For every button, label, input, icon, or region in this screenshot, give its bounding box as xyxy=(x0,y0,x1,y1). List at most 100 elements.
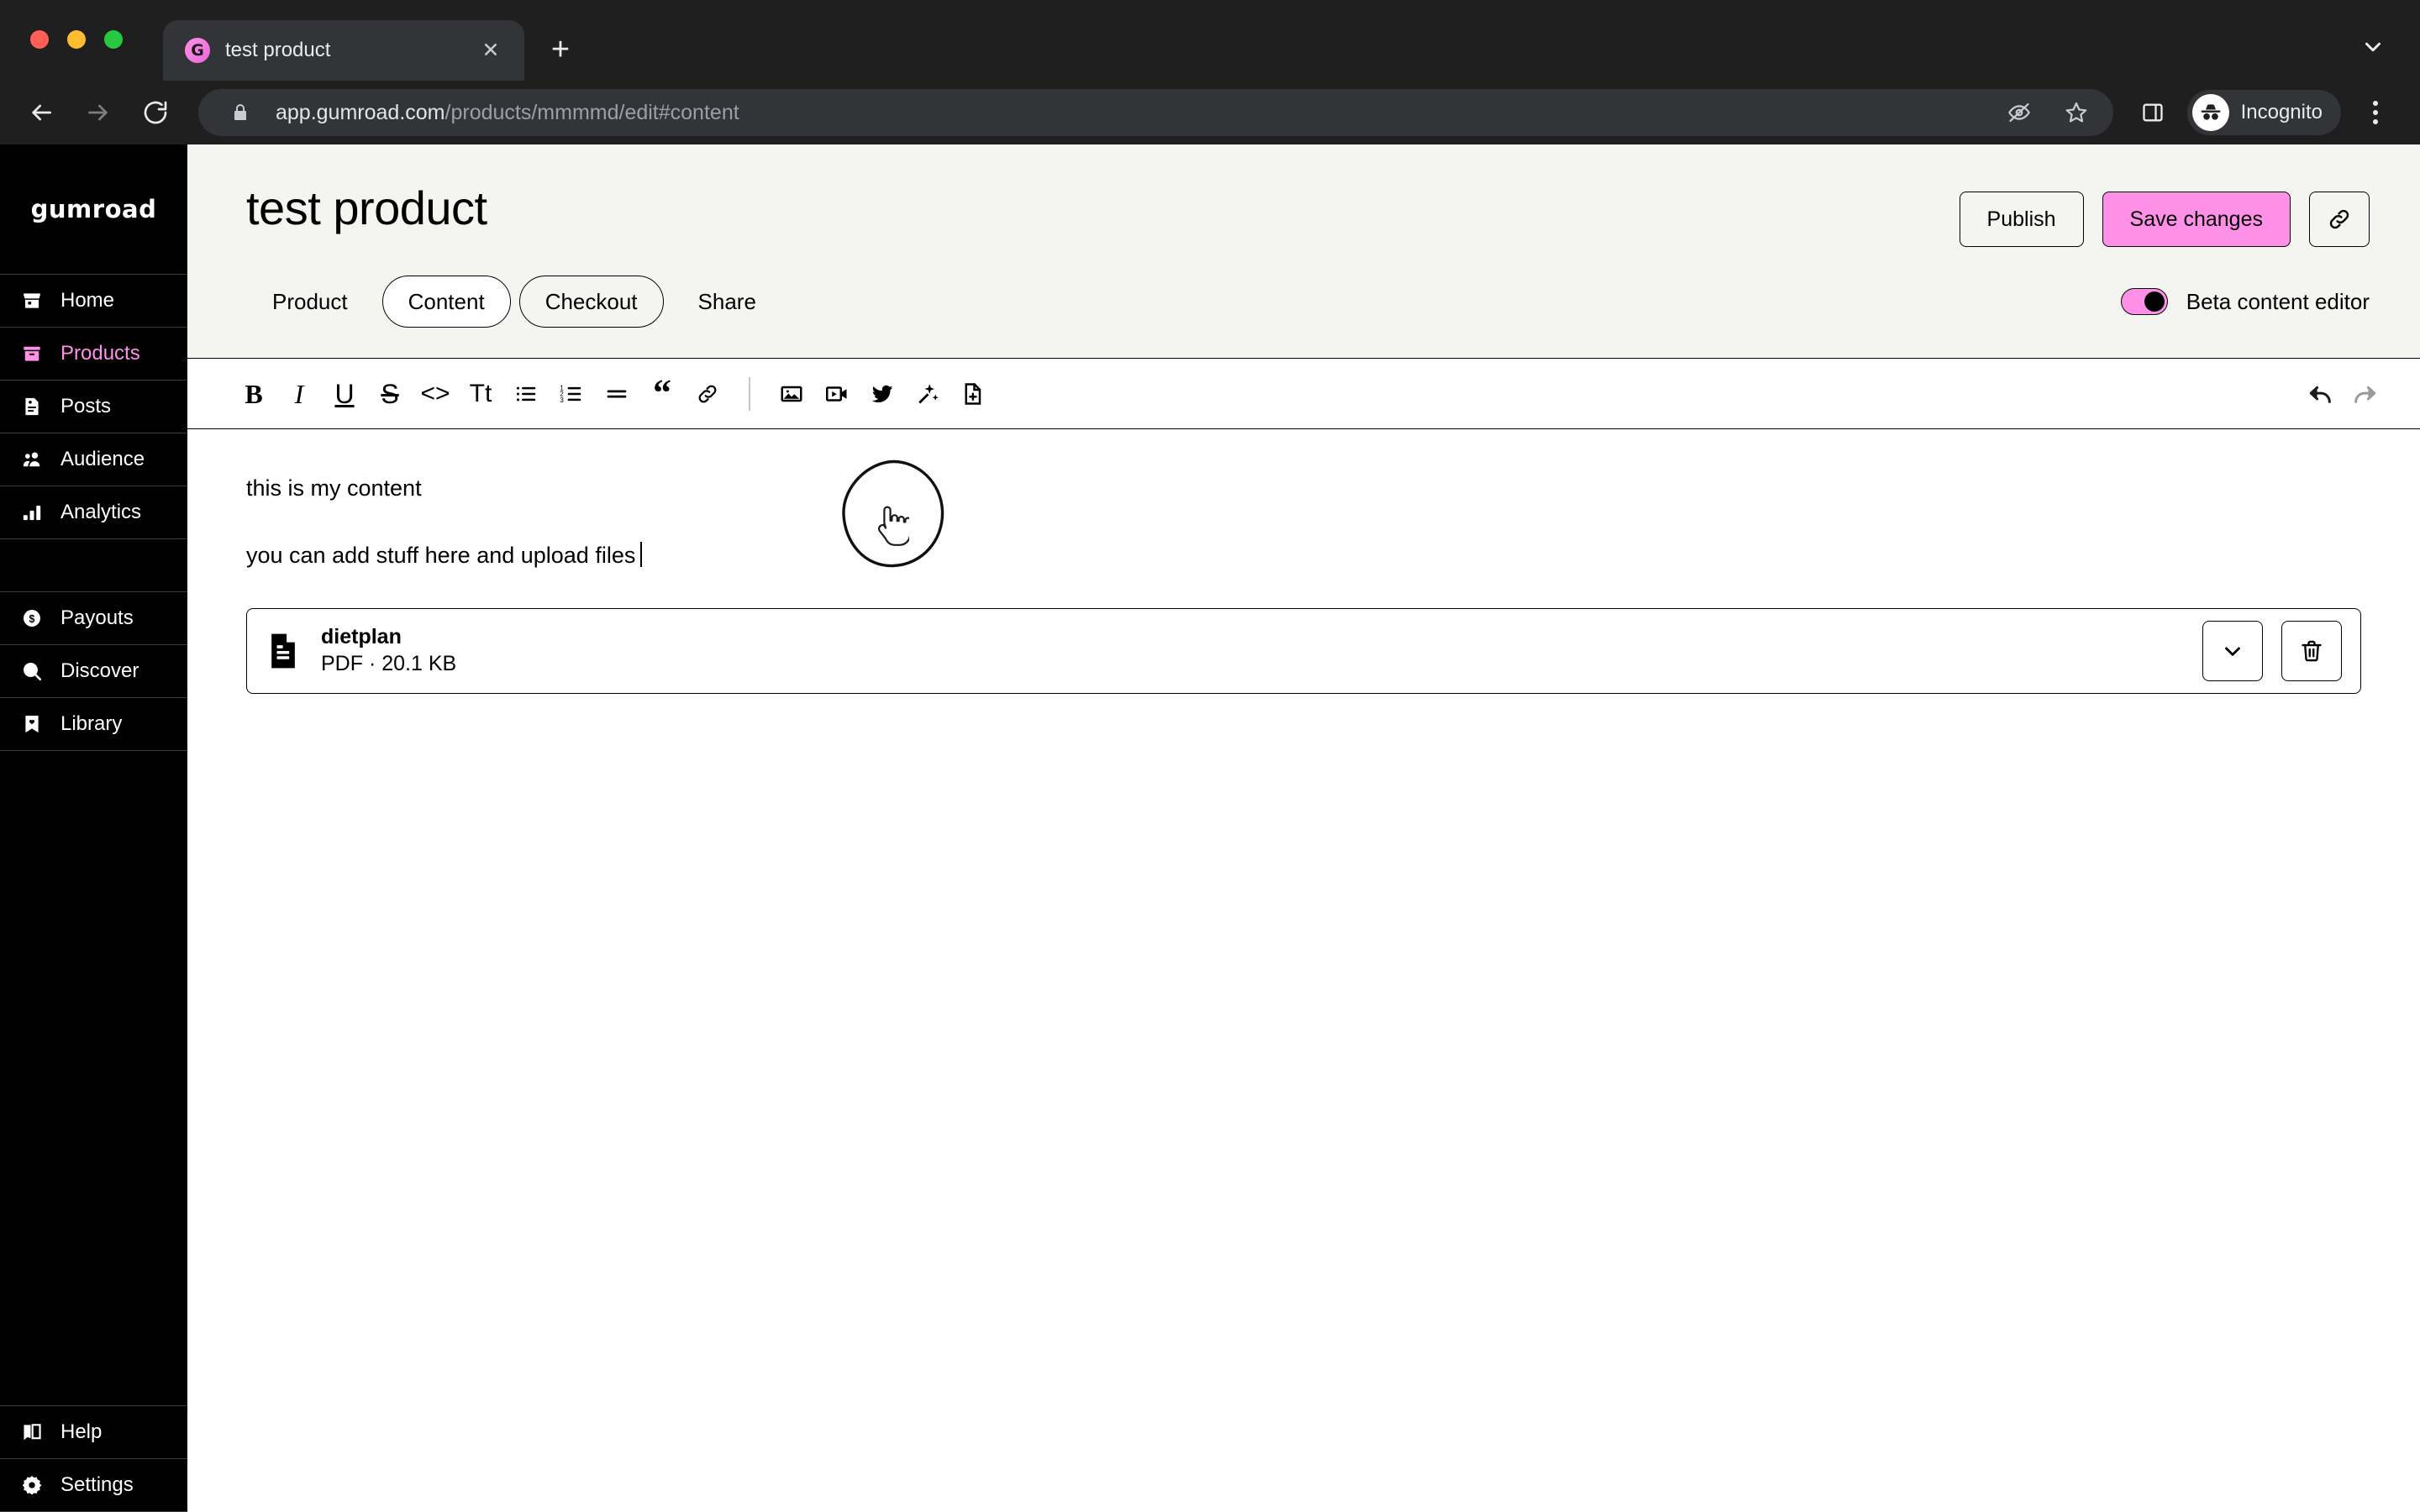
browser-menu-button[interactable] xyxy=(2353,90,2398,135)
browser-tab-test-product[interactable]: G test product ✕ xyxy=(163,20,524,81)
editor-paragraph-text: you can add stuff here and upload files xyxy=(246,543,636,569)
product-header: test product Publish Save changes Produc… xyxy=(187,144,2420,358)
sidebar-item-label: Discover xyxy=(60,659,139,682)
blockquote-button[interactable]: “ xyxy=(639,371,685,417)
pdf-file-icon xyxy=(267,633,301,669)
delete-file-button[interactable] xyxy=(2281,620,2342,681)
file-type-size: PDF · 20.1 KB xyxy=(321,652,457,676)
address-bar[interactable]: app.gumroad.com/products/mmmmd/edit#cont… xyxy=(198,89,2113,136)
tab-checkout[interactable]: Checkout xyxy=(518,276,664,328)
gumroad-logo[interactable]: GUMROAD xyxy=(0,144,187,275)
page-title: test product xyxy=(246,181,487,234)
horizontal-rule-button[interactable] xyxy=(594,371,639,417)
text-size-icon: Tt xyxy=(469,379,492,407)
beta-content-editor-toggle[interactable]: Beta content editor xyxy=(2120,288,2370,315)
sidebar-item-settings[interactable]: Settings xyxy=(0,1459,187,1512)
strikethrough-button[interactable]: S xyxy=(367,371,413,417)
sidebar-item-audience[interactable]: Audience xyxy=(0,433,187,486)
storefront-icon xyxy=(20,289,44,312)
svg-text:3: 3 xyxy=(560,396,564,403)
reload-button[interactable] xyxy=(129,87,182,139)
bulleted-list-button[interactable] xyxy=(503,371,549,417)
underline-button[interactable]: U xyxy=(322,371,367,417)
tab-search-button[interactable] xyxy=(2351,25,2395,69)
box-icon xyxy=(20,342,44,365)
sidebar-item-label: Payouts xyxy=(60,606,134,629)
underline-icon: U xyxy=(334,378,355,409)
text-caret xyxy=(640,542,643,568)
browser-tab-title: test product xyxy=(225,39,331,61)
bookmark-heart-icon xyxy=(20,712,44,736)
publish-button[interactable]: Publish xyxy=(1959,192,2084,247)
add-file-button[interactable] xyxy=(950,371,996,417)
gumroad-favicon-icon: G xyxy=(185,38,210,63)
beta-content-editor-label: Beta content editor xyxy=(2186,288,2370,314)
dollar-coin-icon: $ xyxy=(20,606,44,630)
embed-tweet-button[interactable] xyxy=(860,371,905,417)
sidebar-item-label: Help xyxy=(60,1420,103,1443)
editor-toolbar: B I U S <> Tt 1 2 3 “ xyxy=(187,358,2420,429)
magic-wand-button[interactable] xyxy=(905,371,950,417)
save-changes-button[interactable]: Save changes xyxy=(2102,192,2291,247)
insert-image-button[interactable] xyxy=(769,371,814,417)
redo-button[interactable] xyxy=(2343,371,2388,417)
sidebar-item-label: Analytics xyxy=(60,501,142,523)
horizontal-rule-icon xyxy=(607,390,627,397)
insert-video-button[interactable] xyxy=(814,371,860,417)
browser-window: G test product ✕ + app.gumroad.com/produ… xyxy=(0,0,2420,1512)
bookmark-star-icon[interactable] xyxy=(2054,91,2098,134)
trash-icon xyxy=(2302,640,2322,662)
sidebar-item-products[interactable]: Products xyxy=(0,328,187,381)
gear-icon xyxy=(20,1473,44,1497)
forward-button[interactable] xyxy=(72,87,124,139)
people-icon xyxy=(20,448,44,471)
sidebar-item-label: Audience xyxy=(60,448,145,470)
tab-content[interactable]: Content xyxy=(381,276,511,328)
profile-incognito-button[interactable]: Incognito xyxy=(2186,90,2341,135)
video-icon xyxy=(825,386,846,402)
maximize-window-button[interactable] xyxy=(104,30,123,49)
eye-slash-icon[interactable] xyxy=(1997,91,2041,134)
content-editor-body[interactable]: this is my content you can add stuff her… xyxy=(187,429,2420,1512)
sidebar-item-home[interactable]: Home xyxy=(0,275,187,328)
link-icon xyxy=(2329,209,2349,229)
undo-button[interactable] xyxy=(2297,371,2343,417)
tab-product[interactable]: Product xyxy=(246,276,374,328)
toggle-switch[interactable] xyxy=(2120,288,2168,315)
sidebar-item-discover[interactable]: Discover xyxy=(0,645,187,698)
side-panel-button[interactable] xyxy=(2130,90,2175,135)
code-button[interactable]: <> xyxy=(413,371,458,417)
insert-link-button[interactable] xyxy=(685,371,730,417)
add-file-icon xyxy=(965,382,981,405)
close-window-button[interactable] xyxy=(30,30,49,49)
blockquote-icon: “ xyxy=(653,372,671,414)
minimize-window-button[interactable] xyxy=(67,30,86,49)
incognito-icon xyxy=(2191,94,2229,131)
sidebar-item-help[interactable]: Help xyxy=(0,1406,187,1459)
window-traffic-lights xyxy=(30,30,123,49)
sidebar-item-library[interactable]: Library xyxy=(0,698,187,751)
tab-share[interactable]: Share xyxy=(672,276,782,328)
editor-paragraph[interactable]: you can add stuff here and upload files xyxy=(246,540,2361,570)
book-icon xyxy=(20,1420,44,1444)
sidebar-item-payouts[interactable]: $ Payouts xyxy=(0,592,187,645)
back-button[interactable] xyxy=(15,87,67,139)
sidebar-item-analytics[interactable]: Analytics xyxy=(0,486,187,539)
close-tab-button[interactable]: ✕ xyxy=(476,35,506,66)
numbered-list-button[interactable]: 1 2 3 xyxy=(549,371,594,417)
toolbar-divider xyxy=(749,376,750,411)
product-tabs: Product Content Checkout Share xyxy=(246,276,782,328)
file-meta: dietplan PDF · 20.1 KB xyxy=(321,624,2182,678)
italic-button[interactable]: I xyxy=(276,371,322,417)
editor-paragraph[interactable]: this is my content xyxy=(246,473,2361,503)
new-tab-button[interactable]: + xyxy=(536,25,585,74)
sidebar-item-posts[interactable]: Posts xyxy=(0,381,187,433)
text-size-button[interactable]: Tt xyxy=(458,371,503,417)
expand-file-button[interactable] xyxy=(2202,620,2263,681)
copy-link-button[interactable] xyxy=(2309,192,2370,247)
main-content: test product Publish Save changes Produc… xyxy=(187,144,2420,1512)
search-icon xyxy=(20,659,44,683)
file-attachment-card[interactable]: dietplan PDF · 20.1 KB xyxy=(246,607,2361,694)
bold-button[interactable]: B xyxy=(231,371,276,417)
back-arrow-icon xyxy=(32,104,51,121)
